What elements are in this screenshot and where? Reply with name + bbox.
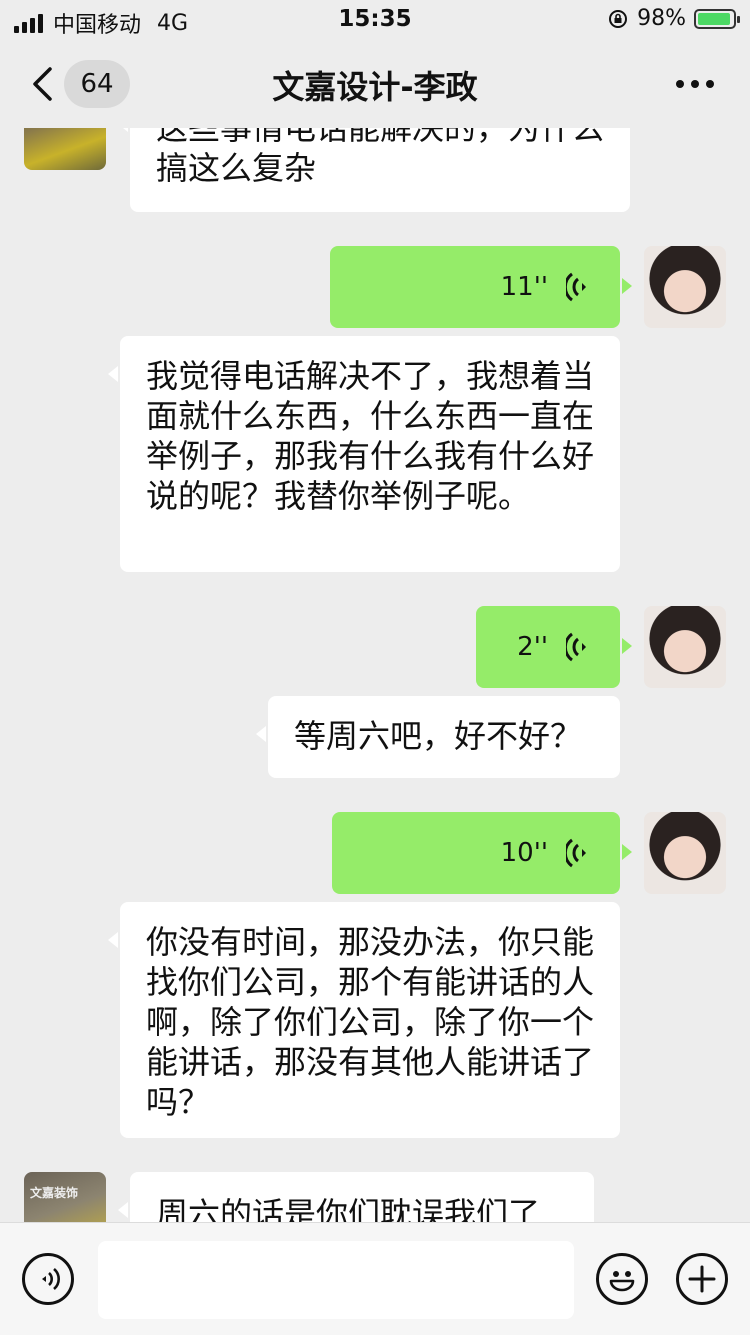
voice-message-bubble[interactable]: 11'': [330, 246, 632, 328]
voice-wave-icon: [566, 838, 586, 868]
rotation-lock-icon: [609, 9, 628, 28]
more-icon[interactable]: [676, 80, 714, 88]
chat-header: 64 文嘉设计-李政: [0, 40, 750, 128]
message-input[interactable]: [98, 1241, 574, 1319]
message-list[interactable]: 这些事情电话能解决的，为什么搞这么复杂 11'' 我觉得电话解决不了，我想着当面…: [0, 128, 750, 1222]
message-bubble[interactable]: 等周六吧，好不好？: [256, 696, 620, 778]
battery-percent: 98%: [637, 6, 686, 31]
voice-wave-icon: [566, 272, 586, 302]
voice-wave-icon: [566, 632, 586, 662]
emoji-icon[interactable]: [596, 1253, 648, 1305]
message-bubble[interactable]: 这些事情电话能解决的，为什么搞这么复杂: [118, 128, 630, 212]
message-bubble[interactable]: 我觉得电话解决不了，我想着当面就什么东西，什么东西一直在举例子，那我有什么我有什…: [108, 336, 620, 572]
plus-icon[interactable]: [676, 1253, 728, 1305]
message-text: 你没有时间，那没办法，你只能找你们公司，那个有能讲话的人啊，除了你们公司，除了你…: [146, 923, 595, 1121]
avatar[interactable]: [644, 812, 726, 894]
message-text: 周六的话是你们耽误我们了: [156, 1195, 541, 1222]
chat-title: 文嘉设计-李政: [272, 68, 478, 106]
avatar[interactable]: [644, 246, 726, 328]
voice-message-bubble[interactable]: 2'': [476, 606, 632, 688]
voice-duration: 2'': [517, 632, 548, 662]
avatar[interactable]: [24, 128, 106, 170]
voice-duration: 10'': [500, 838, 548, 868]
voice-input-icon[interactable]: [22, 1253, 74, 1305]
input-bar: [0, 1222, 750, 1335]
message-text: 这些事情电话能解决的，为什么搞这么复杂: [156, 128, 605, 187]
status-bar: 中国移动 4G 15:35 98%: [0, 0, 750, 40]
avatar-label: 文嘉装饰: [30, 1186, 79, 1200]
voice-message-bubble[interactable]: 10'': [332, 812, 632, 894]
voice-duration: 11'': [500, 272, 548, 302]
avatar[interactable]: 文嘉装饰: [24, 1172, 106, 1222]
message-text: 我觉得电话解决不了，我想着当面就什么东西，什么东西一直在举例子，那我有什么我有什…: [146, 357, 595, 515]
message-text: 等周六吧，好不好？: [294, 717, 583, 755]
message-bubble[interactable]: 周六的话是你们耽误我们了: [118, 1172, 594, 1222]
battery-icon: [694, 8, 740, 29]
avatar[interactable]: [644, 606, 726, 688]
message-bubble[interactable]: 你没有时间，那没办法，你只能找你们公司，那个有能讲话的人啊，除了你们公司，除了你…: [108, 902, 620, 1138]
